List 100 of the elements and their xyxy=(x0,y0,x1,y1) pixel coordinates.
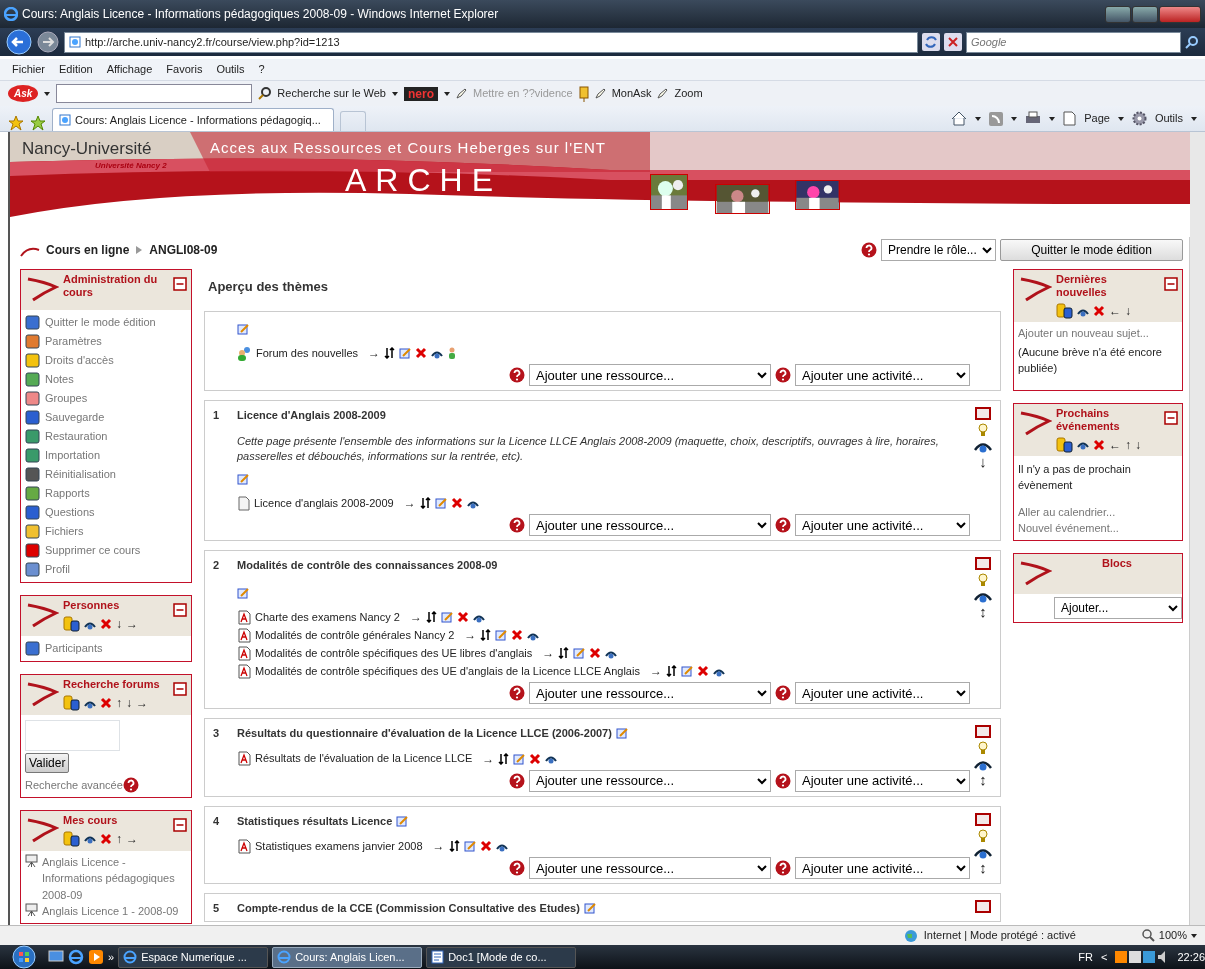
breadcrumb-link[interactable]: ANGLI08-09 xyxy=(149,241,218,259)
maximize-button[interactable] xyxy=(1132,5,1158,23)
caret-icon[interactable] xyxy=(444,91,450,96)
activity-select[interactable]: Ajouter une activité... xyxy=(795,769,970,792)
block-link[interactable]: Nouvel événement... xyxy=(1018,520,1178,537)
printer-icon[interactable] xyxy=(1025,111,1042,126)
delete-icon[interactable] xyxy=(450,497,463,509)
resource-select[interactable]: Ajouter une ressource... xyxy=(529,857,771,879)
sidebar-link[interactable]: Questions xyxy=(45,504,95,521)
activity-link[interactable]: Résultats de l'évaluation de la Licence LLCE xyxy=(255,750,473,767)
toolbar-item[interactable]: Zoom xyxy=(674,85,703,102)
menu-item[interactable]: Edition xyxy=(59,61,93,78)
eye-icon[interactable] xyxy=(974,758,992,771)
help-icon[interactable] xyxy=(509,685,525,701)
indent-button[interactable]: → xyxy=(464,629,477,641)
course-link[interactable]: Anglais Licence 1 - 2008-09 xyxy=(42,903,179,920)
arrow-button[interactable]: ↑ xyxy=(116,697,122,709)
move-button[interactable]: ↕ xyxy=(979,606,987,618)
eye-icon[interactable] xyxy=(974,590,992,603)
help-icon[interactable] xyxy=(509,860,525,876)
refresh-icon[interactable] xyxy=(922,33,940,51)
taskbar-button[interactable]: Doc1 [Mode de co... xyxy=(426,946,577,968)
frame-icon[interactable] xyxy=(975,725,991,738)
activity-link[interactable]: Charte des examens Nancy 2 xyxy=(255,608,400,626)
caret-icon[interactable] xyxy=(1191,933,1197,938)
sidebar-link[interactable]: Restauration xyxy=(45,428,108,445)
help-icon[interactable] xyxy=(775,517,791,533)
address-field[interactable]: http://arche.univ-nancy2.fr/course/view.php?id=1213 xyxy=(64,31,918,53)
indent-button[interactable]: → xyxy=(649,665,662,677)
edit-icon[interactable] xyxy=(583,902,596,915)
browser-logo-icon[interactable] xyxy=(68,949,84,965)
toolbar-search-field[interactable] xyxy=(56,84,253,103)
arrow-button[interactable]: ↓ xyxy=(116,618,122,630)
eye-icon[interactable] xyxy=(974,440,992,453)
overflow-button[interactable]: » xyxy=(108,948,115,966)
help-icon[interactable] xyxy=(509,367,525,383)
breadcrumb-link[interactable]: Cours en ligne xyxy=(46,241,130,259)
minimize-button[interactable] xyxy=(1105,5,1131,23)
edit-mode-button[interactable]: Quitter le mode édition xyxy=(1000,239,1183,261)
menu-item[interactable]: Fichier xyxy=(12,61,45,78)
help-icon[interactable] xyxy=(775,860,791,876)
forward-icon[interactable] xyxy=(36,30,60,54)
delete-icon[interactable] xyxy=(1093,305,1105,317)
person-icon[interactable] xyxy=(447,347,458,359)
help-icon[interactable] xyxy=(775,772,791,789)
frame-icon[interactable] xyxy=(975,900,991,913)
delete-icon[interactable] xyxy=(415,347,428,359)
search-icon[interactable] xyxy=(258,87,272,100)
delete-icon[interactable] xyxy=(100,832,112,845)
frame-icon[interactable] xyxy=(975,557,991,570)
search-icon[interactable] xyxy=(1185,35,1199,49)
arrow-button[interactable]: ↓ xyxy=(1125,305,1131,317)
move-icon[interactable] xyxy=(665,665,677,677)
menu-item[interactable]: Affichage xyxy=(106,61,153,78)
ask-logo[interactable]: Ask xyxy=(8,85,39,102)
sidebar-link[interactable]: Profil xyxy=(45,561,71,578)
move-icon[interactable] xyxy=(384,347,396,359)
arrow-button[interactable]: ↑ xyxy=(116,832,122,845)
menu-item[interactable]: Outils xyxy=(216,61,245,78)
language-indicator[interactable]: FR xyxy=(1078,948,1094,966)
resource-select[interactable]: Ajouter une ressource... xyxy=(529,514,771,536)
move-icon[interactable] xyxy=(558,647,570,659)
sidebar-link[interactable]: Paramètres xyxy=(45,333,102,350)
keys-icon[interactable] xyxy=(63,695,80,711)
arrow-button[interactable]: ↑ xyxy=(1125,438,1131,451)
activity-select[interactable]: Ajouter une activité... xyxy=(795,364,970,386)
sidebar-link[interactable]: Notes xyxy=(45,371,74,388)
sidebar-link[interactable]: Supprimer ce cours xyxy=(45,542,141,559)
sidebar-link[interactable]: Réinitialisation xyxy=(45,466,116,483)
move-icon[interactable] xyxy=(480,629,492,641)
indent-button[interactable]: → xyxy=(482,752,495,765)
move-icon[interactable] xyxy=(419,497,431,509)
command-button[interactable]: Outils xyxy=(1154,110,1183,127)
scrollbar[interactable] xyxy=(1189,132,1205,925)
nero-logo[interactable]: nero xyxy=(404,86,438,101)
pencil-icon[interactable] xyxy=(594,88,606,99)
block-link[interactable]: Ajouter un nouveau sujet... xyxy=(1018,325,1178,342)
tray-expand-button[interactable]: < xyxy=(1101,948,1108,966)
delete-icon[interactable] xyxy=(456,611,469,623)
move-button[interactable]: ↕ xyxy=(979,861,987,874)
arrow-button[interactable]: ← xyxy=(1109,438,1121,451)
help-icon[interactable] xyxy=(509,772,525,789)
arrow-button[interactable]: → xyxy=(136,697,148,709)
delete-icon[interactable] xyxy=(589,647,602,659)
delete-icon[interactable] xyxy=(529,752,542,765)
caret-icon[interactable] xyxy=(975,116,982,121)
edit-icon[interactable] xyxy=(615,727,628,740)
role-select[interactable]: Prendre le rôle... xyxy=(881,239,996,261)
gear-icon[interactable] xyxy=(1131,111,1147,126)
taskbar-button[interactable]: Cours: Anglais Licen... xyxy=(272,946,423,968)
help-icon[interactable] xyxy=(861,242,877,258)
caret-icon[interactable] xyxy=(1191,116,1197,121)
keys-icon[interactable] xyxy=(63,616,80,632)
collapse-icon[interactable] xyxy=(173,277,187,291)
caret-icon[interactable] xyxy=(1117,116,1124,121)
caret-icon[interactable] xyxy=(44,91,51,96)
command-button[interactable]: Page xyxy=(1084,110,1110,127)
move-button[interactable]: ↕ xyxy=(979,774,987,786)
collapse-icon[interactable] xyxy=(173,682,187,696)
delete-icon[interactable] xyxy=(100,618,112,630)
